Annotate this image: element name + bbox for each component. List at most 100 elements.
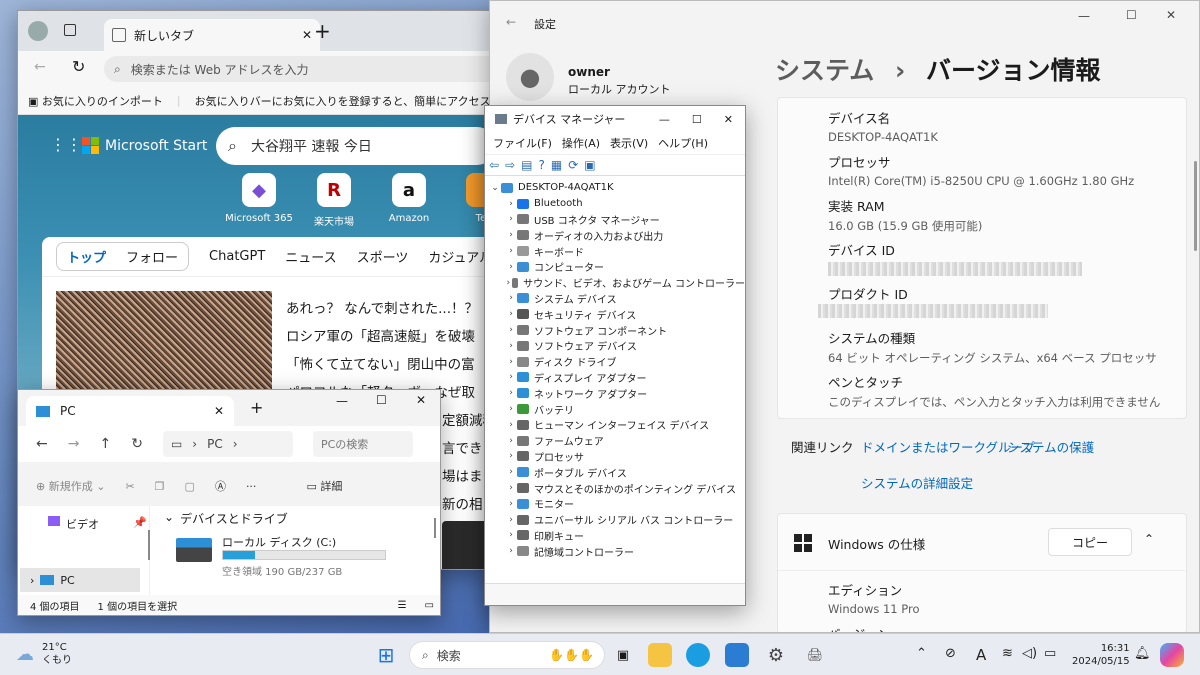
maximize-icon[interactable]: ☐ <box>692 113 702 126</box>
scan-hardware-icon[interactable]: ▣ <box>584 158 595 172</box>
chevron-right-icon[interactable]: › <box>505 499 517 509</box>
device-category[interactable]: › ディスク ドライブ <box>485 354 745 370</box>
device-category[interactable]: › キーボード <box>485 243 745 259</box>
explorer-tab[interactable]: PC ✕ <box>26 396 234 426</box>
device-category[interactable]: › モニター <box>485 496 745 512</box>
settings-gear-icon[interactable]: ⚙ <box>764 643 788 667</box>
chevron-right-icon[interactable]: › <box>505 214 517 224</box>
copy-icon[interactable]: ❐ <box>155 480 165 493</box>
chevron-right-icon[interactable]: › <box>505 262 517 272</box>
ms-start-logo[interactable]: Microsoft Start <box>82 137 207 154</box>
explorer-search-input[interactable]: PCの検索 <box>312 431 413 457</box>
notification-bell-icon[interactable]: 🔔︎ <box>1134 646 1151 661</box>
headline-7[interactable]: 場はま <box>442 465 483 485</box>
new-button[interactable]: ⊕ 新規作成 ⌄ <box>36 478 105 494</box>
refresh-icon[interactable]: ↻ <box>72 57 85 76</box>
chevron-right-icon[interactable]: › <box>505 483 517 493</box>
show-hidden-icon[interactable]: ▦ <box>551 158 562 172</box>
nav-item-videos[interactable]: ビデオ 📌 <box>48 516 147 532</box>
network-off-icon[interactable]: ⊘ <box>945 646 956 661</box>
clock[interactable]: 16:31 2024/05/15 <box>1072 642 1130 668</box>
chevron-right-icon[interactable]: › <box>505 436 517 446</box>
forward-arrow-icon[interactable]: ⇨ <box>505 158 515 172</box>
device-category[interactable]: › 印刷キュー <box>485 528 745 544</box>
nav-pane-scrollbar[interactable] <box>148 530 150 560</box>
help-icon[interactable]: ? <box>538 158 544 172</box>
device-category[interactable]: › ユニバーサル シリアル バス コントローラー <box>485 512 745 528</box>
more-icon[interactable]: ··· <box>246 480 257 493</box>
chevron-right-icon[interactable]: › <box>505 546 517 556</box>
content-scrollbar[interactable] <box>434 518 436 538</box>
device-category[interactable]: › ヒューマン インターフェイス デバイス <box>485 417 745 433</box>
menu-view[interactable]: 表示(V) <box>610 135 648 151</box>
chevron-up-icon[interactable]: ⌃ <box>1144 532 1154 546</box>
maximize-icon[interactable]: ☐ <box>1126 8 1137 22</box>
back-icon[interactable]: ← <box>34 59 46 75</box>
chevron-right-icon[interactable]: › <box>505 246 517 256</box>
chevron-right-icon[interactable]: › <box>505 309 517 319</box>
chevron-right-icon[interactable]: › <box>505 404 517 414</box>
chevron-right-icon[interactable]: › <box>505 388 517 398</box>
device-category[interactable]: › コンピューター <box>485 259 745 275</box>
device-category[interactable]: › ソフトウェア コンポーネント <box>485 322 745 338</box>
back-icon[interactable]: ← <box>36 436 48 452</box>
tab-follow[interactable]: フォロー <box>126 247 178 266</box>
tab-casual-games[interactable]: カジュアル ゲー <box>428 247 490 266</box>
maximize-icon[interactable]: ☐ <box>376 393 387 407</box>
breadcrumb-system[interactable]: システム <box>775 56 874 85</box>
chevron-right-icon[interactable]: › <box>505 341 517 351</box>
headline-6[interactable]: 言でき <box>442 437 483 457</box>
menu-file[interactable]: ファイル(F) <box>493 135 552 151</box>
close-tab-icon[interactable]: ✕ <box>302 28 312 42</box>
tab-news[interactable]: ニュース <box>285 247 336 266</box>
up-icon[interactable]: ↑ <box>99 436 111 452</box>
device-category[interactable]: › プロセッサ <box>485 449 745 465</box>
drive-c[interactable]: ローカル ディスク (C:) 空き領域 190 GB/237 GB <box>176 532 416 582</box>
copilot-icon[interactable] <box>1160 643 1184 667</box>
chevron-right-icon[interactable]: › <box>505 199 517 209</box>
close-tab-icon[interactable]: ✕ <box>214 404 224 418</box>
section-devices-drives[interactable]: ⌄ デバイスとドライブ <box>164 510 288 527</box>
copy-button[interactable]: コピー <box>1048 528 1132 556</box>
scrollbar[interactable] <box>1194 161 1197 251</box>
update-driver-icon[interactable]: ⟳ <box>568 158 578 172</box>
chevron-right-icon[interactable]: › <box>505 372 517 382</box>
tab-new-tab[interactable]: 新しいタブ ✕ <box>104 19 320 51</box>
ms-start-search[interactable]: ⌕ 大谷翔平 速報 今日 <box>216 127 490 165</box>
nav-item-pc[interactable]: › PC <box>20 568 140 592</box>
headline-2[interactable]: ロシア軍の「超高速艇」を破壊 <box>286 325 475 345</box>
store-icon[interactable] <box>725 643 749 667</box>
device-category[interactable]: › マウスとそのほかのポインティング デバイス <box>485 480 745 496</box>
device-category[interactable]: › バッテリ <box>485 401 745 417</box>
refresh-icon[interactable]: ↻ <box>131 436 143 452</box>
chevron-right-icon[interactable]: › <box>505 293 517 303</box>
device-category[interactable]: › セキュリティ デバイス <box>485 306 745 322</box>
close-icon[interactable]: ✕ <box>416 393 426 407</box>
device-category[interactable]: › ファームウェア <box>485 433 745 449</box>
forward-icon[interactable]: → <box>68 436 80 452</box>
tiles-view-icon[interactable]: ▭ <box>425 600 434 611</box>
device-category[interactable]: › ネットワーク アダプター <box>485 385 745 401</box>
details-view-icon[interactable]: ☰ <box>398 600 407 611</box>
device-category[interactable]: › オーディオの入力および出力 <box>485 227 745 243</box>
tab-sports[interactable]: スポーツ <box>357 247 409 266</box>
path-bar[interactable]: ▭ › PC › <box>162 431 293 457</box>
chevron-right-icon[interactable]: › <box>505 451 517 461</box>
file-explorer-icon[interactable] <box>648 643 672 667</box>
menu-help[interactable]: ヘルプ(H) <box>658 135 708 151</box>
chevron-right-icon[interactable]: › <box>505 325 517 335</box>
minimize-icon[interactable]: — <box>336 394 348 408</box>
quicklink-m365[interactable]: ◆ Microsoft 365 <box>224 173 294 224</box>
apps-grid-icon[interactable]: ⋮⋮ <box>50 135 82 154</box>
new-tab-button[interactable]: + <box>314 19 331 43</box>
edge-icon[interactable] <box>686 643 710 667</box>
chevron-right-icon[interactable]: › <box>505 467 517 477</box>
tab-chatgpt[interactable]: ChatGPT <box>209 249 265 264</box>
device-category[interactable]: › 記憶域コントローラー <box>485 543 745 559</box>
cut-icon[interactable]: ✂ <box>125 480 134 493</box>
device-category[interactable]: › Bluetooth <box>485 196 745 212</box>
link-advanced-system-settings[interactable]: システムの詳細設定 <box>861 473 973 492</box>
chevron-right-icon[interactable]: › <box>505 230 517 240</box>
profile-avatar-icon[interactable] <box>28 21 48 41</box>
device-category[interactable]: › ディスプレイ アダプター <box>485 370 745 386</box>
